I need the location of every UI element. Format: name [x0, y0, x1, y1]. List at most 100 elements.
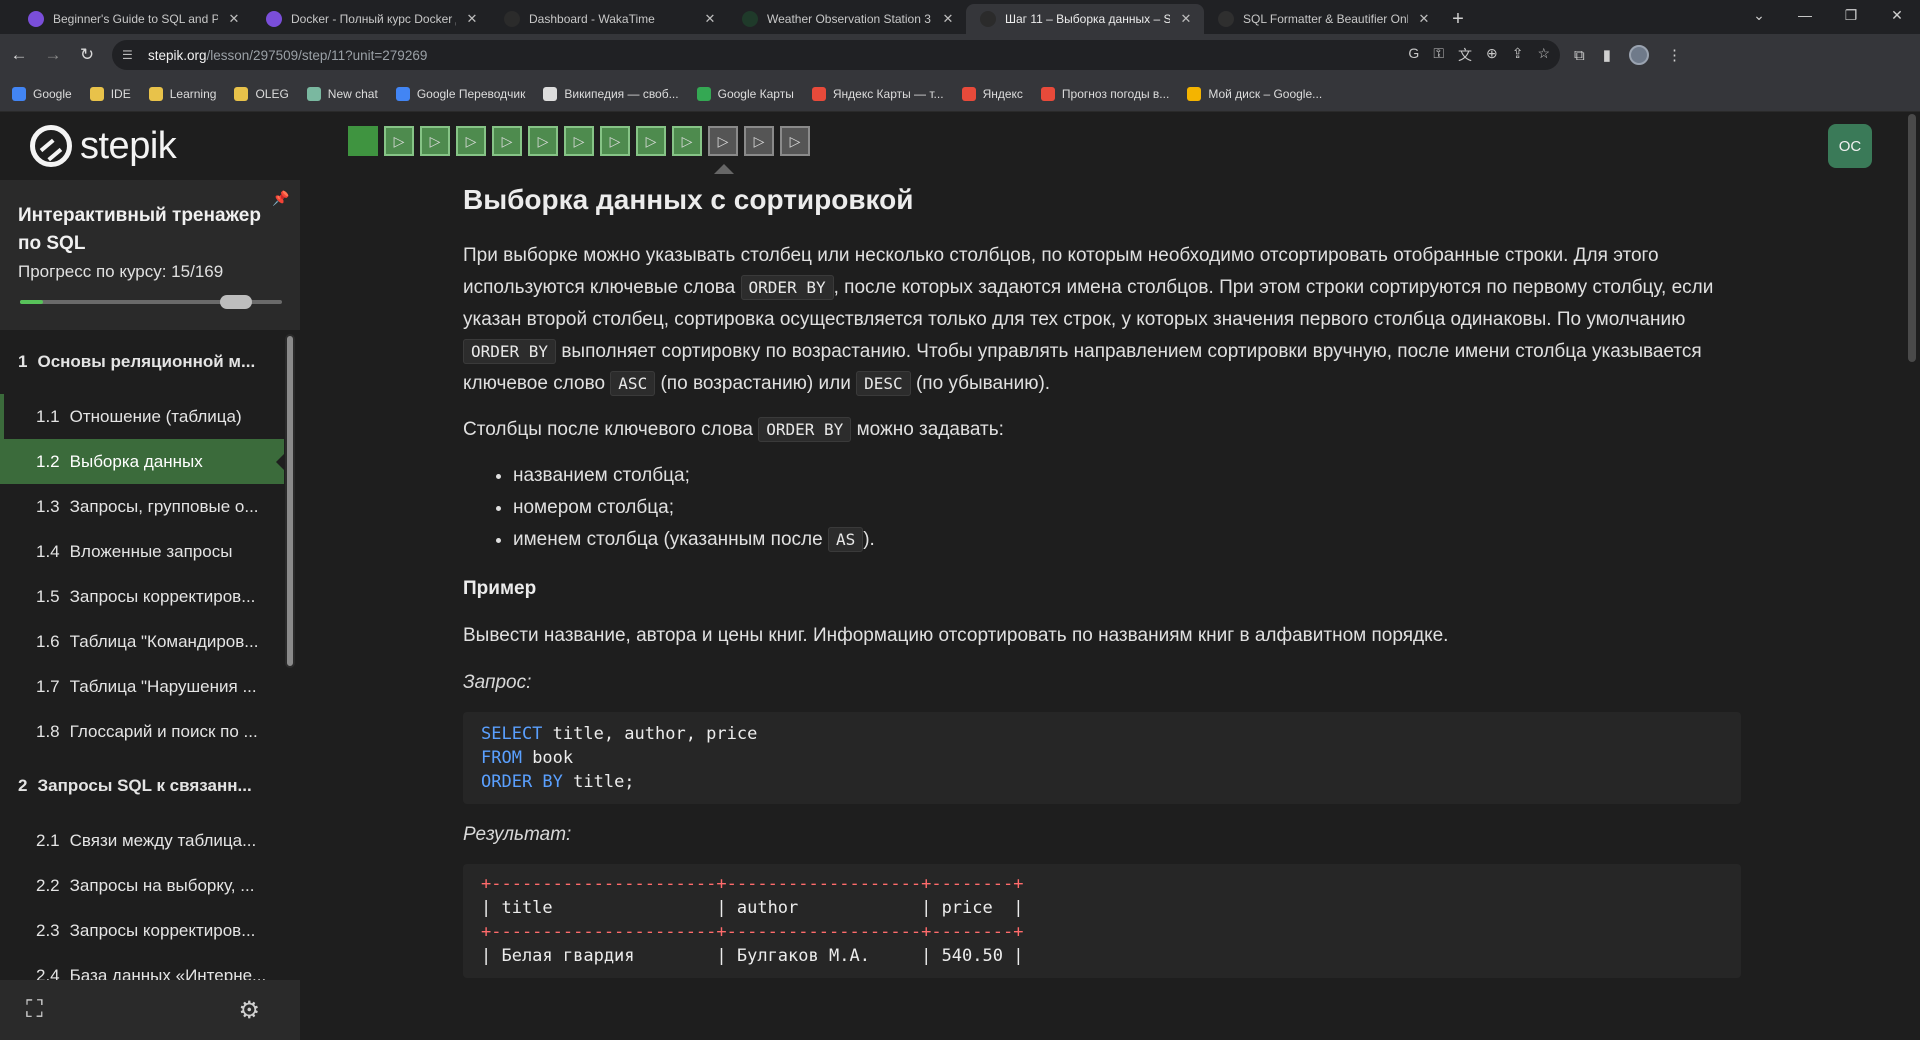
- sql-keyword: FROM: [481, 748, 522, 768]
- menu-kebab-icon[interactable]: ⋮: [1667, 46, 1682, 64]
- browser-tab[interactable]: Beginner's Guide to SQL and Po ✕: [14, 4, 252, 34]
- course-progress-text: Прогресс по курсу: 15/169: [18, 262, 224, 281]
- tab-close-icon[interactable]: ✕: [702, 11, 718, 27]
- tab-close-icon[interactable]: ✕: [1178, 11, 1194, 27]
- tab-favicon-icon: [504, 11, 520, 27]
- toc-number: 2: [18, 776, 28, 795]
- toc-label: Таблица "Нарушения ...: [69, 676, 257, 696]
- tab-close-icon[interactable]: ✕: [464, 11, 480, 27]
- url-bar[interactable]: ☰ stepik.org/lesson/297509/step/11?unit=…: [112, 40, 1560, 70]
- toc-lesson-item[interactable]: 1.6 Таблица "Командиров...: [0, 619, 284, 664]
- bookmark-item[interactable]: Google: [12, 86, 72, 101]
- browser-tab[interactable]: Dashboard - WakaTime ✕: [490, 4, 728, 34]
- bookmark-star-icon[interactable]: ☆: [1537, 45, 1550, 65]
- bookmark-item[interactable]: Мой диск – Google...: [1187, 86, 1323, 101]
- tab-close-icon[interactable]: ✕: [1416, 11, 1432, 27]
- lesson-step[interactable]: ▷: [384, 126, 414, 156]
- settings-gear-icon[interactable]: ⚙: [238, 996, 260, 1025]
- bookmark-item[interactable]: Google Карты: [696, 86, 794, 101]
- tab-close-icon[interactable]: ✕: [940, 11, 956, 27]
- user-avatar[interactable]: OC: [1828, 124, 1872, 168]
- browser-tab[interactable]: SQL Formatter & Beautifier Onl ✕: [1204, 4, 1442, 34]
- lesson-step[interactable]: ▷: [636, 126, 666, 156]
- toc-lesson-item[interactable]: 1.1 Отношение (таблица): [0, 394, 284, 439]
- bookmark-item[interactable]: OLEG: [234, 86, 289, 101]
- toc-lesson-item[interactable]: 1.3 Запросы, групповые о...: [0, 484, 284, 529]
- zoom-icon[interactable]: ⊕: [1486, 45, 1498, 65]
- toc-lesson-item[interactable]: 1.2 Выборка данных: [0, 439, 284, 484]
- lesson-step[interactable]: ▷: [492, 126, 522, 156]
- fullscreen-icon[interactable]: ⛶: [26, 996, 43, 1024]
- toc-lesson-item[interactable]: 2.3 Запросы корректиров...: [0, 908, 284, 953]
- bookmark-label: Мой диск – Google...: [1208, 86, 1323, 101]
- toc-lesson-item[interactable]: 2.1 Связи между таблица...: [0, 818, 284, 863]
- extensions-icon[interactable]: ⧉: [1574, 47, 1585, 64]
- lesson-step[interactable]: ▷: [528, 126, 558, 156]
- toc-lesson-item[interactable]: 1.8 Глоссарий и поиск по ...: [0, 709, 284, 754]
- pin-icon[interactable]: 📌: [272, 190, 289, 208]
- table-header-row: | title | author | price |: [481, 898, 1024, 918]
- lesson-step[interactable]: ▷: [708, 126, 738, 156]
- lesson-step[interactable]: ▷: [672, 126, 702, 156]
- google-lens-icon[interactable]: G: [1408, 45, 1419, 65]
- tab-close-icon[interactable]: ✕: [226, 11, 242, 27]
- result-label: Результат:: [463, 824, 572, 845]
- toc-lesson-item[interactable]: 1.4 Вложенные запросы: [0, 529, 284, 574]
- back-icon[interactable]: ←: [4, 40, 34, 70]
- lesson-step[interactable]: ▷: [780, 126, 810, 156]
- profile-avatar[interactable]: [1628, 45, 1649, 65]
- lesson-step[interactable]: [348, 126, 378, 156]
- tab-search-icon[interactable]: ⌄: [1736, 0, 1782, 30]
- bookmark-item[interactable]: Яндекс: [961, 86, 1023, 101]
- page-scrollbar-thumb[interactable]: [1908, 114, 1916, 362]
- toc-label: Вложенные запросы: [69, 541, 233, 561]
- bookmark-label: OLEG: [255, 86, 289, 101]
- toc-lesson-item[interactable]: 1.5 Запросы корректиров...: [0, 574, 284, 619]
- lesson-step[interactable]: ▷: [564, 126, 594, 156]
- page-scrollbar[interactable]: [1904, 112, 1920, 1040]
- lesson-step[interactable]: ▷: [420, 126, 450, 156]
- bookmark-item[interactable]: Яндекс Карты — т...: [811, 86, 944, 101]
- lesson-content: Выборка данных с сортировкой При выборке…: [463, 172, 1741, 998]
- minimize-button[interactable]: —: [1782, 0, 1828, 30]
- toc-lesson-item[interactable]: 2.2 Запросы на выборку, ...: [0, 863, 284, 908]
- toc-section[interactable]: 2 Запросы SQL к связанн...: [0, 754, 284, 818]
- sql-keyword: ORDER BY: [481, 772, 563, 792]
- course-title[interactable]: Интерактивный тренажер по SQL: [18, 202, 278, 258]
- bookmark-icon: [306, 86, 321, 101]
- bookmark-item[interactable]: Learning: [148, 86, 216, 101]
- new-tab-button[interactable]: +: [1442, 4, 1474, 34]
- browser-tab[interactable]: Docker - Полный курс Docker д ✕: [252, 4, 490, 34]
- toc-lesson-item[interactable]: 2.4 База данных «Интерне...: [0, 953, 284, 981]
- password-key-icon[interactable]: ⚿: [1433, 45, 1444, 65]
- bookmark-item[interactable]: Google Переводчик: [395, 86, 526, 101]
- browser-tab[interactable]: Шаг 11 – Выборка данных – St ✕: [966, 4, 1204, 34]
- translate-icon[interactable]: 文: [1458, 45, 1472, 65]
- share-icon[interactable]: ⇪: [1512, 45, 1524, 65]
- step-play-icon: ▷: [717, 132, 729, 149]
- intro-paragraph: При выборке можно указывать столбец или …: [463, 240, 1741, 400]
- bookmark-item[interactable]: Википедия — своб...: [543, 86, 679, 101]
- toc-section[interactable]: 1 Основы реляционной м...: [0, 330, 284, 394]
- lesson-step[interactable]: ▷: [744, 126, 774, 156]
- bookmark-item[interactable]: Прогноз погоды в...: [1040, 86, 1169, 101]
- restore-button[interactable]: ❐: [1828, 0, 1874, 30]
- toc-lesson-item[interactable]: 1.7 Таблица "Нарушения ...: [0, 664, 284, 709]
- close-window-button[interactable]: ✕: [1874, 0, 1920, 30]
- bookmark-item[interactable]: IDE: [89, 86, 131, 101]
- toc-scrollbar[interactable]: [285, 334, 295, 668]
- toc-label: База данных «Интерне...: [69, 965, 267, 981]
- stepik-logo[interactable]: stepik: [0, 112, 300, 180]
- site-info-icon[interactable]: ☰: [122, 48, 138, 62]
- side-panel-icon[interactable]: ▮: [1603, 46, 1611, 64]
- browser-tab[interactable]: Weather Observation Station 3 ✕: [728, 4, 966, 34]
- reload-icon[interactable]: ↻: [72, 40, 102, 70]
- bookmark-item[interactable]: New chat: [306, 86, 378, 101]
- bookmark-icon: [1040, 86, 1055, 101]
- forward-icon[interactable]: →: [38, 40, 68, 70]
- query-label: Запрос:: [463, 672, 532, 693]
- bookmark-label: Google Переводчик: [416, 86, 526, 101]
- lesson-step[interactable]: ▷: [456, 126, 486, 156]
- lesson-step[interactable]: ▷: [600, 126, 630, 156]
- toc-number: 2.3: [36, 920, 60, 940]
